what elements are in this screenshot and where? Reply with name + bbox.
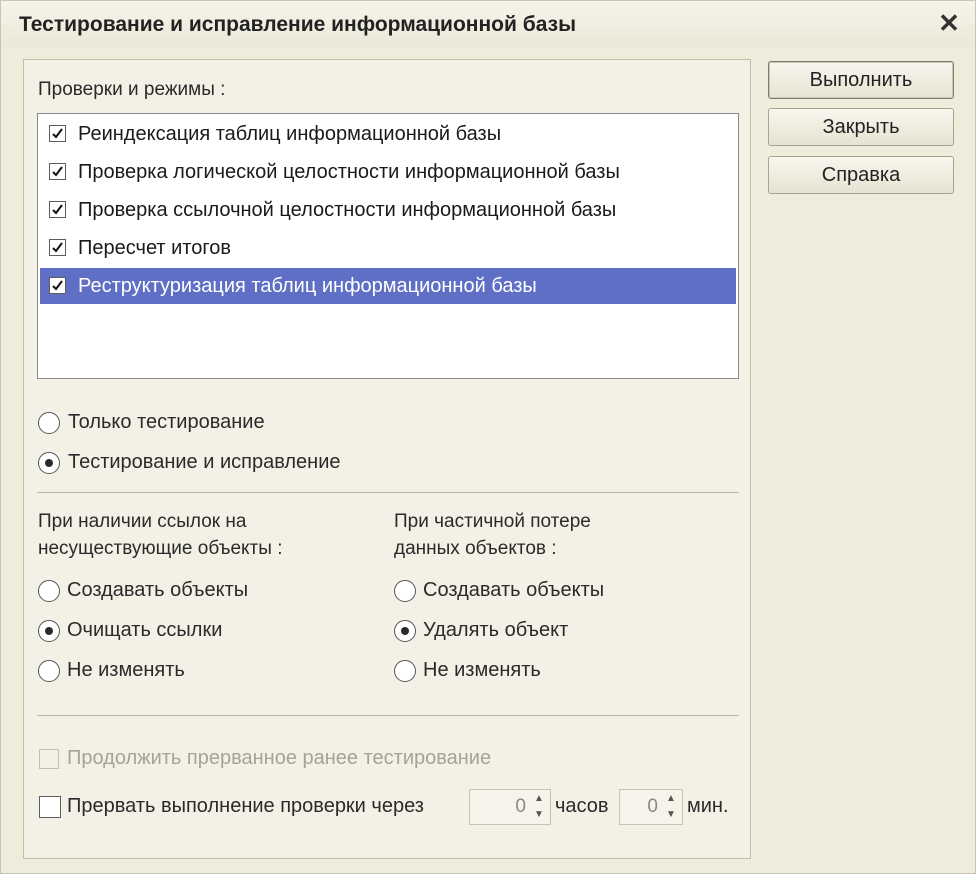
list-item[interactable]: Проверка логической целостности информац…: [40, 154, 736, 190]
partial-loss-label-line1: При частичной потере: [394, 511, 591, 532]
radio-test-and-fix[interactable]: [38, 452, 60, 474]
radio-dot: [401, 627, 409, 635]
radio-dot: [45, 627, 53, 635]
chevron-down-icon[interactable]: ▼: [532, 808, 546, 822]
minutes-label: мин.: [687, 795, 729, 817]
title-bar: Тестирование и исправление информационно…: [1, 1, 975, 47]
checkbox[interactable]: [49, 277, 66, 294]
partial-loss-label-line2: данных объектов :: [394, 538, 557, 559]
checkmark-icon: [52, 128, 63, 139]
list-item[interactable]: Пересчет итогов: [40, 230, 736, 266]
chevron-up-icon[interactable]: ▲: [532, 792, 546, 806]
list-item[interactable]: Проверка ссылочной целостности информаци…: [40, 192, 736, 228]
hours-stepper[interactable]: 0 ▲ ▼: [469, 789, 551, 825]
radio-partial-delete[interactable]: [394, 620, 416, 642]
radio-dot: [45, 459, 53, 467]
checkmark-icon: [52, 166, 63, 177]
radio-missing-clear[interactable]: [38, 620, 60, 642]
checkbox[interactable]: [49, 163, 66, 180]
dialog-window: Тестирование и исправление информационно…: [0, 0, 976, 874]
checks-label: Проверки и режимы :: [38, 79, 226, 100]
divider: [37, 715, 739, 716]
radio-missing-create-label: Создавать объекты: [67, 579, 249, 601]
radio-test-and-fix-label: Тестирование и исправление: [68, 451, 341, 473]
checkbox[interactable]: [49, 239, 66, 256]
radio-missing-create[interactable]: [38, 580, 60, 602]
window-title: Тестирование и исправление информационно…: [19, 13, 577, 36]
close-button[interactable]: Закрыть: [768, 108, 954, 146]
hours-label: часов: [555, 795, 609, 817]
radio-test-only[interactable]: [38, 412, 60, 434]
minutes-value: 0: [647, 796, 658, 817]
list-item-label: Пересчет итогов: [78, 237, 231, 259]
missing-refs-label-line1: При наличии ссылок на: [38, 511, 247, 532]
divider: [37, 492, 739, 493]
checkbox[interactable]: [49, 125, 66, 142]
close-icon[interactable]: ✕: [935, 9, 963, 37]
radio-partial-create[interactable]: [394, 580, 416, 602]
radio-missing-nochange[interactable]: [38, 660, 60, 682]
chevron-down-icon[interactable]: ▼: [664, 808, 678, 822]
minutes-stepper[interactable]: 0 ▲ ▼: [619, 789, 683, 825]
radio-partial-nochange-label: Не изменять: [423, 659, 541, 681]
run-button[interactable]: Выполнить: [768, 61, 954, 99]
radio-test-only-label: Только тестирование: [68, 411, 265, 433]
checkbox[interactable]: [49, 201, 66, 218]
checks-list[interactable]: Реиндексация таблиц информационной базы …: [37, 113, 739, 379]
radio-partial-delete-label: Удалять объект: [423, 619, 569, 641]
list-item-label: Реиндексация таблиц информационной базы: [78, 123, 502, 145]
hours-value: 0: [515, 796, 526, 817]
list-item-label: Проверка логической целостности информац…: [78, 161, 620, 183]
checkmark-icon: [52, 280, 63, 291]
interrupt-label: Прервать выполнение проверки через: [67, 795, 424, 817]
radio-partial-nochange[interactable]: [394, 660, 416, 682]
missing-refs-label-line2: несуществующие объекты :: [38, 538, 283, 559]
continue-testing-checkbox[interactable]: [39, 749, 59, 769]
help-button[interactable]: Справка: [768, 156, 954, 194]
list-item-label: Проверка ссылочной целостности информаци…: [78, 199, 617, 221]
chevron-up-icon[interactable]: ▲: [664, 792, 678, 806]
radio-partial-create-label: Создавать объекты: [423, 579, 605, 601]
continue-testing-label: Продолжить прерванное ранее тестирование: [67, 747, 492, 769]
radio-missing-nochange-label: Не изменять: [67, 659, 185, 681]
list-item-label: Реструктуризация таблиц информационной б…: [78, 275, 537, 297]
checkmark-icon: [52, 204, 63, 215]
list-item[interactable]: Реиндексация таблиц информационной базы: [40, 116, 736, 152]
checkmark-icon: [52, 242, 63, 253]
radio-missing-clear-label: Очищать ссылки: [67, 619, 223, 641]
interrupt-checkbox[interactable]: [39, 796, 61, 818]
list-item-selected[interactable]: Реструктуризация таблиц информационной б…: [40, 268, 736, 304]
